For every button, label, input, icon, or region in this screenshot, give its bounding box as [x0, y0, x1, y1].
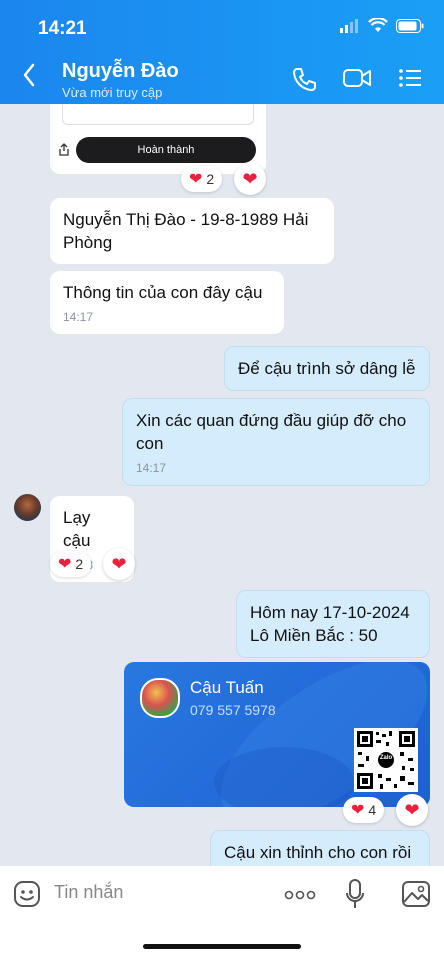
react-button[interactable]: ❤ [396, 794, 428, 826]
react-button[interactable]: ❤ [234, 163, 266, 195]
contact-name[interactable]: Nguyễn Đào [62, 60, 179, 83]
contact-card-message[interactable]: Cậu Tuấn 079 557 5978 Zalo [124, 662, 430, 807]
contact-card-phone: 079 557 5978 [190, 702, 276, 718]
chevron-left-icon[interactable] [22, 63, 36, 87]
reaction-count: 4 [368, 802, 377, 818]
reaction-count: 2 [206, 171, 215, 187]
message-input[interactable]: Tin nhắn [54, 882, 123, 903]
avatar[interactable] [14, 494, 41, 521]
react-button[interactable]: ❤ [103, 548, 135, 580]
message-time: 14:17 [136, 461, 167, 475]
home-indicator [143, 944, 301, 949]
message-list[interactable]: Hoàn thành ❤ 2 ❤ Nguyễn Thị Đào - 19-8-1… [0, 104, 444, 866]
message-text: Lạy cậu [63, 508, 91, 550]
sent-message[interactable]: Để cậu trình sở dâng lễ [224, 346, 430, 391]
sent-message[interactable]: Cậu xin thỉnh cho con rồi [210, 830, 430, 866]
heart-icon: ❤ [351, 802, 365, 819]
message-text: Xin các quan đứng đầu giúp đỡ cho con [136, 411, 407, 453]
message-text-line: Lô Miền Bắc : 50 [250, 626, 378, 645]
shared-image-done-button: Hoàn thành [76, 137, 256, 163]
phone-icon[interactable] [291, 66, 317, 92]
message-time: 14:17 [63, 310, 94, 324]
heart-icon: ❤ [242, 168, 258, 189]
message-text: Để cậu trình sở dâng lễ [238, 359, 416, 378]
share-icon [59, 143, 69, 156]
contact-status: Vừa mới truy cập [62, 85, 163, 100]
status-icons [340, 18, 424, 33]
reaction-summary[interactable]: ❤ 4 [343, 797, 385, 823]
reaction-summary[interactable]: ❤ 2 [181, 166, 223, 192]
heart-icon: ❤ [111, 553, 127, 574]
qr-logo-label: Zalo [379, 755, 393, 761]
contact-card-name: Cậu Tuấn [190, 678, 264, 697]
mic-icon[interactable] [345, 878, 365, 910]
sent-message[interactable]: Xin các quan đứng đầu giúp đỡ cho con 14… [122, 398, 430, 486]
status-time: 14:21 [38, 18, 87, 39]
video-icon[interactable] [342, 66, 372, 90]
message-text: Thông tin của con đây cậu [63, 283, 263, 302]
shared-image-preview [62, 104, 254, 125]
message-text: Cậu xin thỉnh cho con rồi [224, 843, 412, 862]
reaction-summary[interactable]: ❤ 2 [50, 551, 92, 577]
received-message[interactable]: Thông tin của con đây cậu 14:17 [50, 271, 284, 334]
message-input-bar: Tin nhắn [0, 866, 444, 960]
sticker-icon[interactable] [13, 880, 41, 908]
contact-avatar [140, 678, 180, 718]
shared-image-message[interactable]: Hoàn thành [50, 104, 266, 174]
battery-icon [396, 18, 424, 33]
more-icon[interactable] [284, 890, 316, 900]
heart-icon: ❤ [189, 171, 203, 188]
heart-icon: ❤ [58, 556, 72, 573]
message-text: Nguyễn Thị Đào - 19-8-1989 Hải Phòng [63, 210, 309, 252]
heart-icon: ❤ [404, 799, 420, 820]
image-icon[interactable] [401, 880, 431, 908]
message-text-line: Hôm nay 17-10-2024 [250, 603, 410, 622]
sent-message[interactable]: Hôm nay 17-10-2024 Lô Miền Bắc : 50 [236, 590, 430, 658]
wifi-icon [368, 18, 388, 32]
received-message[interactable]: Nguyễn Thị Đào - 19-8-1989 Hải Phòng [50, 198, 334, 264]
list-icon[interactable] [398, 66, 422, 90]
qr-code: Zalo [354, 728, 418, 792]
chat-header: 14:21 Nguyễn Đào Vừa mới truy cập [0, 0, 444, 104]
signal-icon [340, 18, 358, 33]
reaction-count: 2 [75, 556, 84, 572]
